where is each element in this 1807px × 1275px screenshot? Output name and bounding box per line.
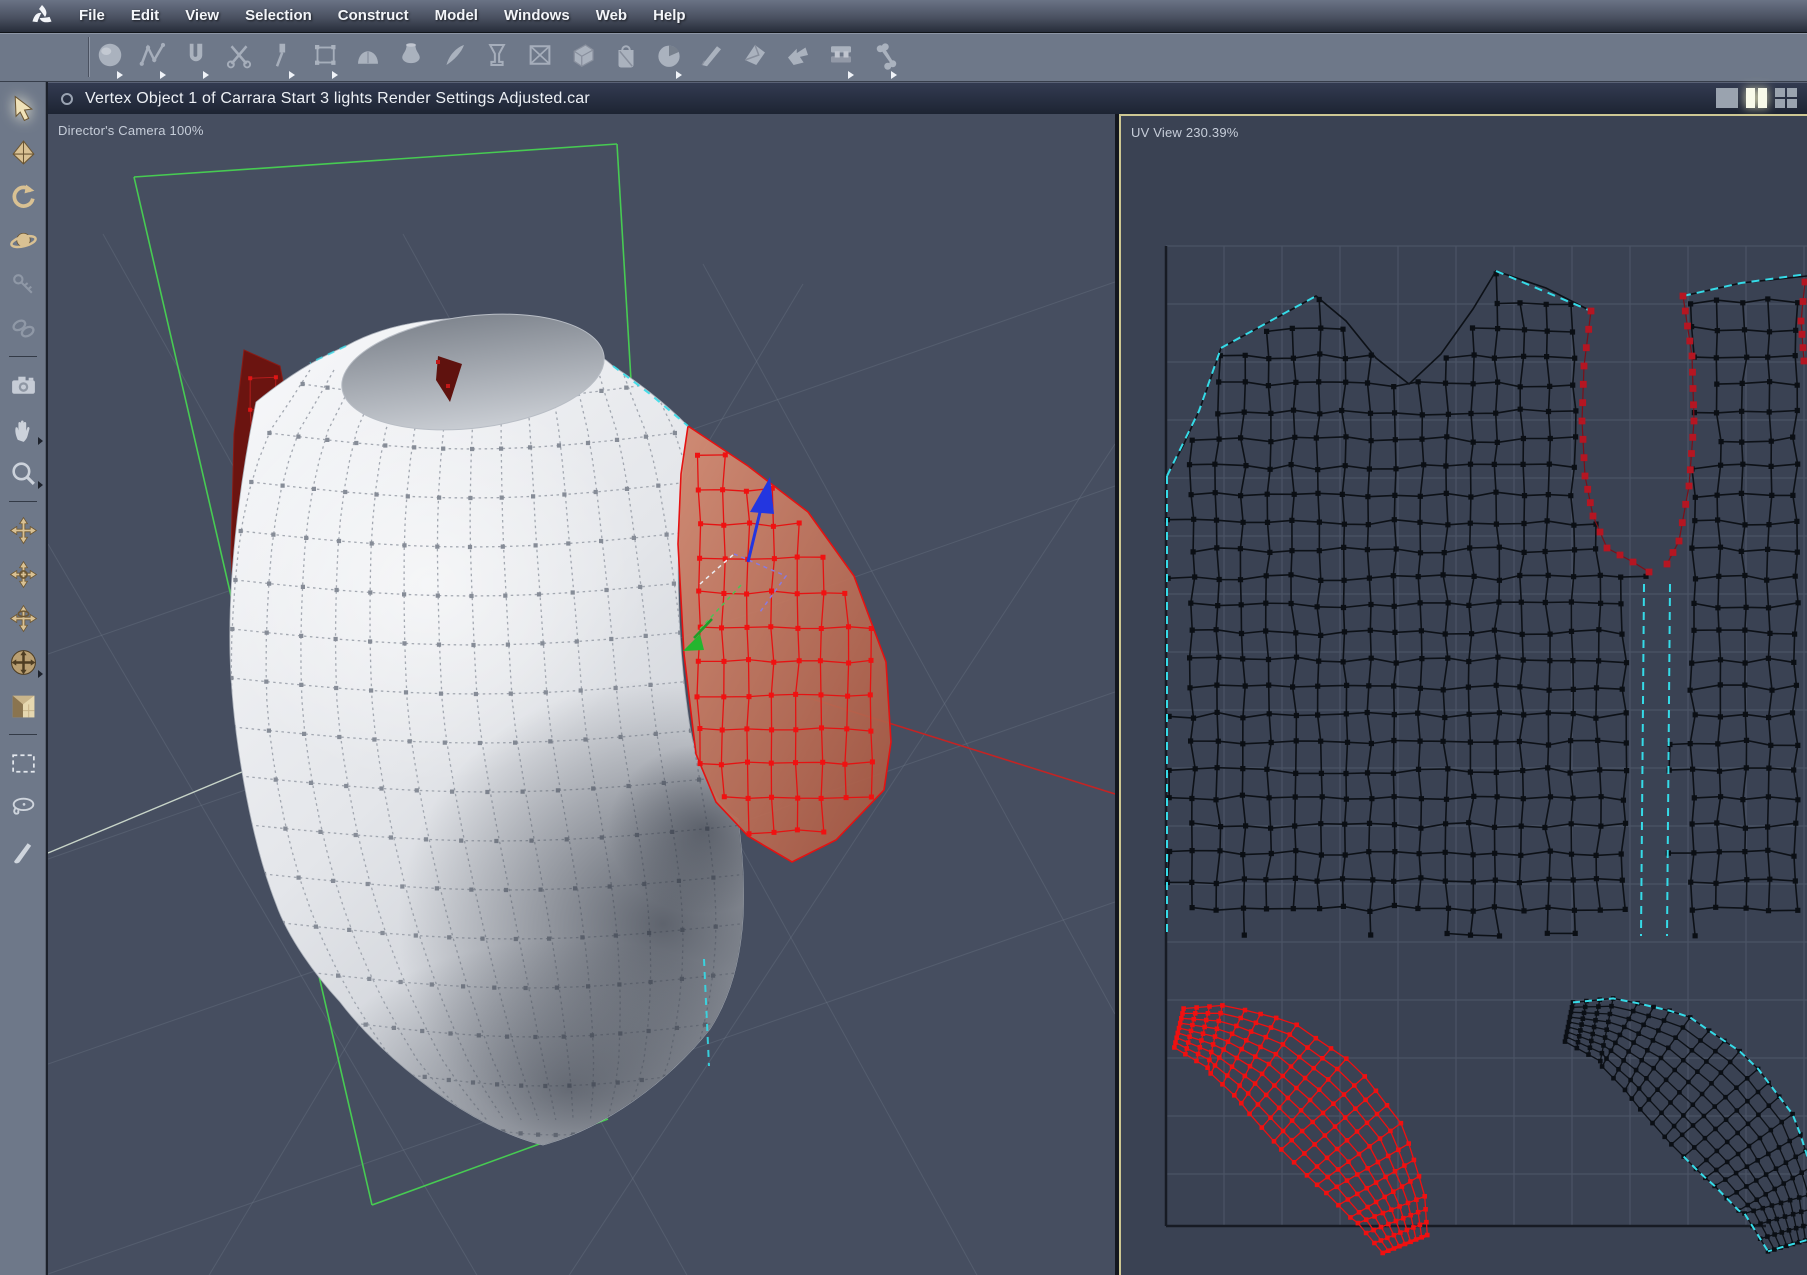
- uv-view-label: UV View 230.39%: [1131, 125, 1239, 140]
- menu-items: File Edit View Selection Construct Model Windo…: [66, 7, 699, 25]
- flyout-arrow-icon[interactable]: [332, 71, 338, 79]
- flyout-arrow-icon[interactable]: [203, 71, 209, 79]
- pin-icon[interactable]: [267, 40, 299, 72]
- link-bars-icon[interactable]: [826, 40, 858, 72]
- magnet-icon[interactable]: [181, 40, 213, 72]
- menu-item-view[interactable]: View: [172, 7, 232, 24]
- flyout-arrow-icon[interactable]: [676, 71, 682, 79]
- menu-bar: File Edit View Selection Construct Model Windo…: [0, 0, 1807, 33]
- corner-box-tool[interactable]: [1, 685, 45, 728]
- tool-sidebar: [0, 82, 48, 1275]
- translate-arrows-tool[interactable]: [1, 509, 45, 552]
- carrara-app: File Edit View Selection Construct Model Windo…: [0, 0, 1807, 1275]
- menu-item-edit[interactable]: Edit: [118, 7, 172, 24]
- camera-tool[interactable]: [1, 364, 45, 407]
- knife-icon[interactable]: [439, 40, 471, 72]
- flyout-arrow-icon: [38, 670, 43, 678]
- sidebar-divider: [0, 351, 46, 363]
- collapse-circle-icon[interactable]: [61, 92, 73, 105]
- viewport-3d[interactable]: Director's Camera 100%: [48, 114, 1115, 1275]
- move-3d-tool[interactable]: [1, 131, 45, 174]
- viewport-uv[interactable]: UV View 230.39%: [1119, 114, 1807, 1275]
- sphere-icon[interactable]: [95, 40, 127, 72]
- transform-rect-icon[interactable]: [310, 40, 342, 72]
- link-chain-tool[interactable]: [1, 307, 45, 350]
- polyline-icon[interactable]: [138, 40, 170, 72]
- menu-item-web[interactable]: Web: [583, 7, 640, 24]
- menu-item-windows[interactable]: Windows: [491, 7, 583, 24]
- carrara-logo-icon: [26, 3, 60, 29]
- menu-item-selection[interactable]: Selection: [232, 7, 325, 24]
- eyedropper-key-tool[interactable]: [1, 263, 45, 306]
- menu-item-construct[interactable]: Construct: [325, 7, 422, 24]
- delete-box-icon[interactable]: [525, 40, 557, 72]
- flyout-arrow-icon[interactable]: [848, 71, 854, 79]
- translate-center-tool[interactable]: [1, 553, 45, 596]
- dual-pane-layout-button[interactable]: [1746, 88, 1767, 108]
- flyout-arrow-icon: [38, 437, 43, 445]
- menu-item-help[interactable]: Help: [640, 7, 699, 24]
- paint-select-tool[interactable]: [1, 830, 45, 873]
- single-pane-layout-button[interactable]: [1716, 88, 1738, 108]
- document-title-bar[interactable]: Vertex Object 1 of Carrara Start 3 light…: [48, 82, 1807, 114]
- flyout-arrow-icon[interactable]: [117, 71, 123, 79]
- paper-fold-icon[interactable]: [740, 40, 772, 72]
- menu-item-file[interactable]: File: [66, 7, 118, 24]
- toolbar-divider: [88, 37, 89, 77]
- wedge-box-icon[interactable]: [568, 40, 600, 72]
- menu-item-model[interactable]: Model: [422, 7, 491, 24]
- sphere-slice-icon[interactable]: [654, 40, 686, 72]
- rotate-sphere-tool[interactable]: [1, 641, 45, 684]
- sidebar-divider: [0, 729, 46, 741]
- translate-ring-tool[interactable]: [1, 597, 45, 640]
- extract-bag-icon[interactable]: [611, 40, 643, 72]
- flyout-arrow-icon[interactable]: [289, 71, 295, 79]
- document-title: Vertex Object 1 of Carrara Start 3 light…: [85, 89, 590, 107]
- thick-arrow-icon[interactable]: [783, 40, 815, 72]
- main-toolbar: [0, 33, 1807, 82]
- camera-label: Director's Camera 100%: [58, 123, 204, 138]
- pen-icon[interactable]: [697, 40, 729, 72]
- rotate-tool[interactable]: [1, 175, 45, 218]
- marquee-select-tool[interactable]: [1, 742, 45, 785]
- flyout-arrow-icon[interactable]: [891, 71, 897, 79]
- flyout-arrow-icon: [38, 481, 43, 489]
- quad-pane-layout-button[interactable]: [1775, 88, 1797, 108]
- sidebar-divider: [0, 496, 46, 508]
- lathe-icon[interactable]: [396, 40, 428, 72]
- lasso-select-tool[interactable]: [1, 786, 45, 829]
- layout-buttons: [1716, 88, 1797, 108]
- scale-ring-tool[interactable]: [1, 219, 45, 262]
- bone-icon[interactable]: [869, 40, 901, 72]
- goblet-icon[interactable]: [482, 40, 514, 72]
- pan-hand-tool[interactable]: [1, 408, 45, 451]
- scissors-icon[interactable]: [224, 40, 256, 72]
- zoom-tool[interactable]: [1, 452, 45, 495]
- select-arrow-tool[interactable]: [1, 87, 45, 130]
- flyout-arrow-icon[interactable]: [160, 71, 166, 79]
- dome-icon[interactable]: [353, 40, 385, 72]
